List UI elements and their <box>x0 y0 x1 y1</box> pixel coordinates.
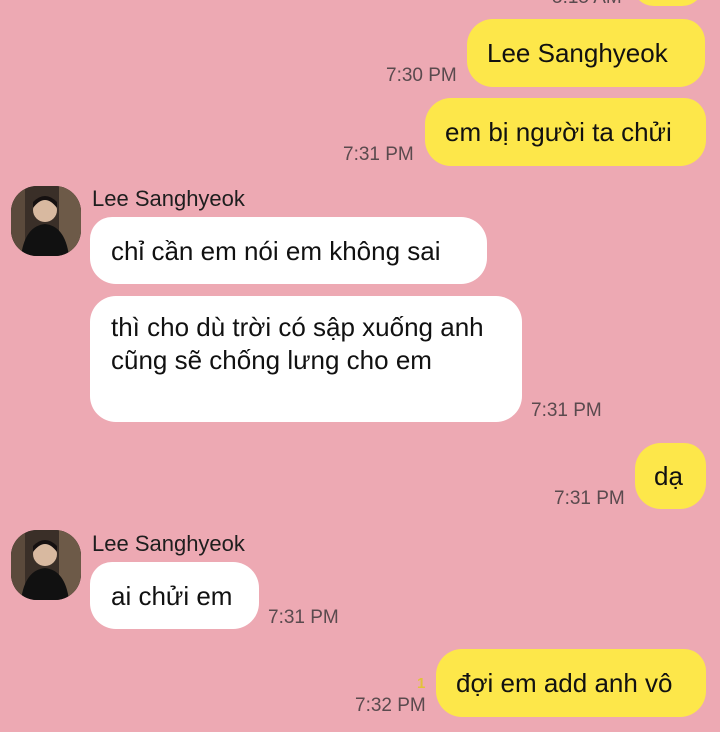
message-bubble-outgoing[interactable]: đợi em add anh vô <box>436 649 706 717</box>
message-bubble-outgoing[interactable]: Lee Sanghyeok <box>467 19 705 87</box>
sender-name: Lee Sanghyeok <box>92 531 245 556</box>
message-text: em bị người ta chửi <box>445 117 672 147</box>
message-time: 7:31 PM <box>268 607 339 628</box>
message-text: ai chửi em <box>111 581 233 611</box>
message-bubble-outgoing[interactable]: em bị người ta chửi <box>425 98 706 166</box>
message-bubble-incoming[interactable]: chỉ cần em nói em không sai <box>90 217 487 284</box>
avatar-photo-icon <box>11 530 81 600</box>
message-time: 7:32 PM <box>355 695 426 716</box>
message-time: 7:30 PM <box>386 65 457 86</box>
message-text: Lee Sanghyeok <box>487 38 668 68</box>
message-text: chỉ cần em nói em không sai <box>111 236 441 266</box>
message-bubble-incoming[interactable]: ai chửi em <box>90 562 259 629</box>
message-time: 7:31 PM <box>554 488 625 509</box>
avatar[interactable] <box>11 186 81 256</box>
message-time: 7:31 PM <box>531 400 602 421</box>
unread-count-badge: 1 <box>417 675 426 692</box>
avatar[interactable] <box>11 530 81 600</box>
message-text: dạ <box>654 461 683 491</box>
avatar-photo-icon <box>11 186 81 256</box>
message-time: 5:15 AM <box>552 0 622 9</box>
message-bubble-incoming[interactable]: thì cho dù trời có sập xuống anh cũng sẽ… <box>90 296 522 422</box>
message-bubble-outgoing[interactable] <box>632 0 704 6</box>
message-bubble-outgoing[interactable]: dạ <box>635 443 706 509</box>
message-time: 7:31 PM <box>343 144 414 165</box>
sender-name: Lee Sanghyeok <box>92 186 245 211</box>
message-text: thì cho dù trời có sập xuống anh cũng sẽ… <box>111 312 484 375</box>
message-text: đợi em add anh vô <box>456 668 673 698</box>
